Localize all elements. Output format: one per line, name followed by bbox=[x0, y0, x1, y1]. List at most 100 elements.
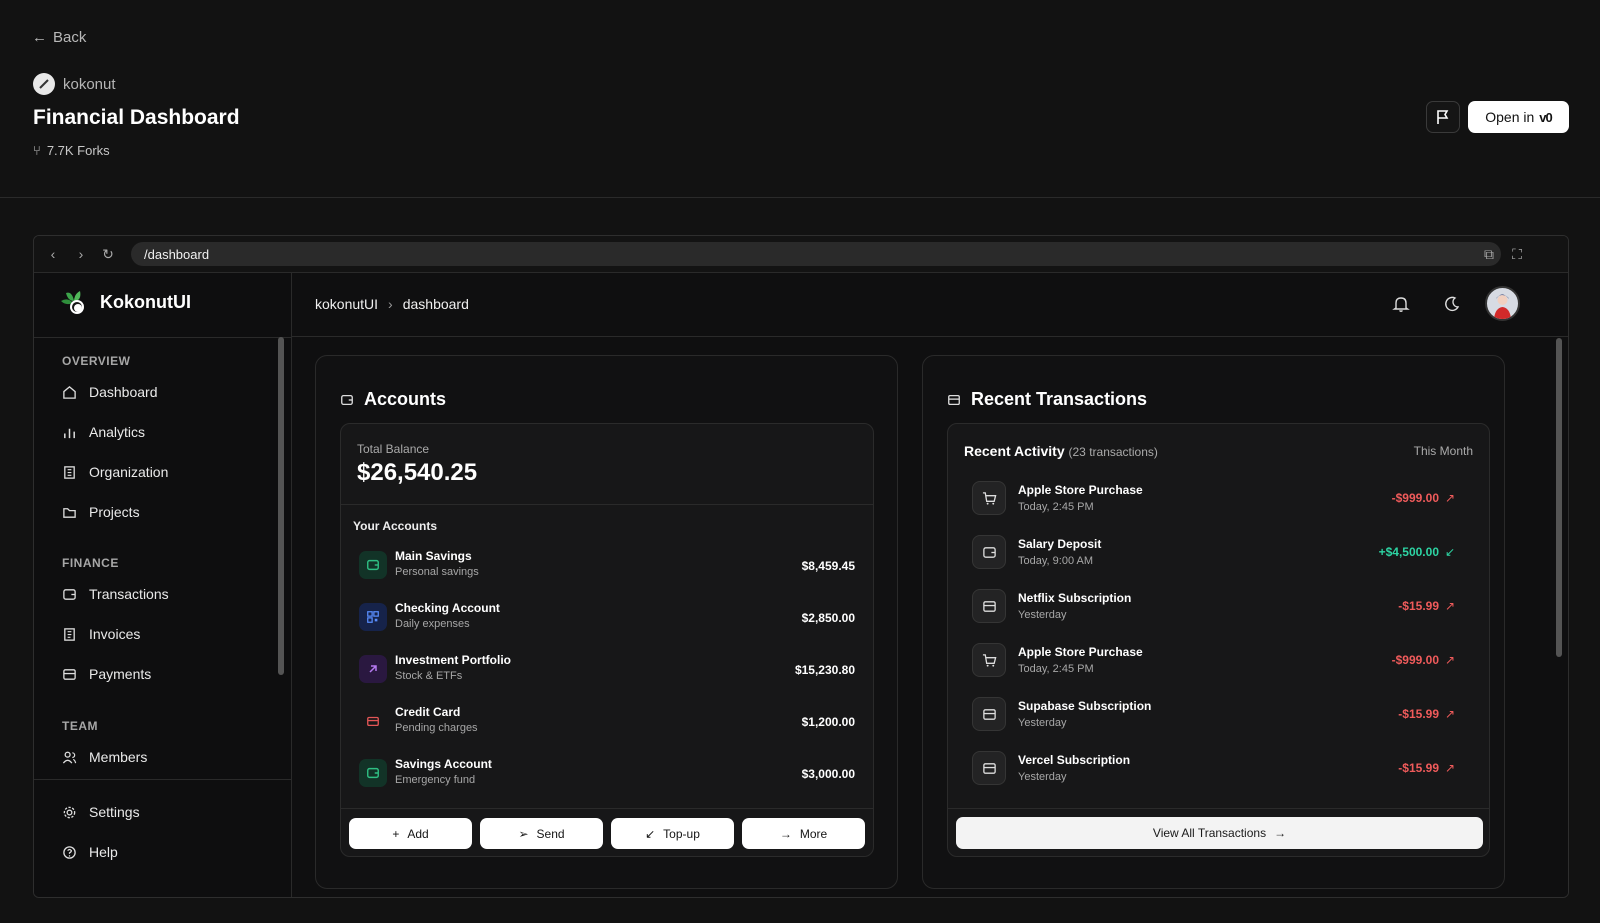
more-button[interactable]: → More bbox=[742, 818, 865, 849]
account-row[interactable]: Investment Portfolio Stock & ETFs $15,23… bbox=[359, 649, 855, 689]
account-row[interactable]: Checking Account Daily expenses $2,850.0… bbox=[359, 597, 855, 637]
sidebar-item-help[interactable]: Help bbox=[62, 844, 118, 860]
sidebar-item-projects[interactable]: Projects bbox=[62, 504, 140, 520]
cart-icon bbox=[972, 481, 1006, 515]
fork-icon: ⑂ bbox=[33, 143, 41, 158]
fullscreen-icon[interactable]: ⛶ bbox=[1508, 245, 1526, 263]
period-label[interactable]: This Month bbox=[1414, 444, 1473, 458]
sidebar-scrollbar[interactable] bbox=[278, 337, 284, 675]
app-header: kokonutUI › dashboard bbox=[292, 273, 1568, 337]
section-finance: FINANCE bbox=[62, 556, 119, 570]
add-button[interactable]: + Add bbox=[349, 818, 472, 849]
main-scrollbar[interactable] bbox=[1556, 338, 1562, 657]
bell-icon[interactable] bbox=[1390, 293, 1412, 315]
top-up-button[interactable]: ↙ Top-up bbox=[611, 818, 734, 849]
sidebar-item-transactions[interactable]: Transactions bbox=[62, 586, 169, 602]
credit-card-icon bbox=[63, 668, 76, 680]
accounts-panel: Total Balance $26,540.25 Your Accounts M… bbox=[340, 423, 874, 857]
forward-arrow-icon[interactable]: › bbox=[72, 245, 90, 263]
page-header: ← Back kokonut Financial Dashboard ⑂ 7.7… bbox=[0, 0, 1600, 198]
account-row[interactable]: Savings Account Emergency fund $3,000.00 bbox=[359, 753, 855, 793]
transaction-row[interactable]: Salary Deposit Today, 9:00 AM +$4,500.00… bbox=[972, 535, 1455, 571]
total-balance-label: Total Balance bbox=[357, 442, 430, 456]
account-row[interactable]: Main Savings Personal savings $8,459.45 bbox=[359, 545, 855, 585]
moon-icon[interactable] bbox=[1441, 293, 1463, 315]
sidebar: KokonutUI OVERVIEW Dashboard Analytics O… bbox=[34, 273, 292, 897]
arrow-up-right-icon: ↗ bbox=[1444, 491, 1455, 505]
arrow-right-icon: → bbox=[1274, 826, 1287, 840]
arrow-up-right-icon bbox=[359, 655, 387, 683]
wallet-icon bbox=[359, 759, 387, 787]
wallet-icon bbox=[341, 394, 353, 405]
brand[interactable]: KokonutUI bbox=[58, 287, 191, 317]
url-bar[interactable]: /dashboard bbox=[131, 242, 1501, 266]
back-arrow-icon[interactable]: ‹ bbox=[44, 245, 62, 263]
transaction-row[interactable]: Supabase Subscription Yesterday -$15.99 … bbox=[972, 697, 1455, 733]
arrow-left-icon: ← bbox=[32, 29, 47, 46]
recent-activity-label: Recent Activity (23 transactions) bbox=[964, 443, 1158, 459]
accounts-title: Accounts bbox=[340, 389, 446, 410]
org-info: kokonut bbox=[33, 73, 116, 95]
section-team: TEAM bbox=[62, 719, 98, 733]
wallet-icon bbox=[359, 551, 387, 579]
sidebar-item-organization[interactable]: Organization bbox=[62, 464, 168, 480]
sidebar-item-settings[interactable]: Settings bbox=[62, 804, 140, 820]
org-name: kokonut bbox=[63, 75, 116, 93]
chevron-right-icon: › bbox=[388, 296, 393, 312]
accounts-card: Accounts Total Balance $26,540.25 Your A… bbox=[315, 355, 898, 889]
open-in-v0-button[interactable]: Open in v0 bbox=[1468, 101, 1569, 133]
building-icon bbox=[64, 465, 75, 479]
transaction-count: (23 transactions) bbox=[1068, 445, 1158, 459]
qr-code-icon bbox=[359, 603, 387, 631]
copy-icon[interactable]: ⧉ bbox=[1480, 245, 1498, 263]
arrow-right-icon: → bbox=[779, 826, 792, 841]
plus-icon: + bbox=[392, 826, 400, 841]
divider bbox=[341, 504, 873, 505]
send-button[interactable]: ➢ Send bbox=[480, 818, 603, 849]
cart-icon bbox=[972, 643, 1006, 677]
sidebar-item-members[interactable]: Members bbox=[62, 749, 147, 765]
kokonut-logo-icon bbox=[61, 291, 84, 314]
transactions-card: Recent Transactions Recent Activity (23 … bbox=[922, 355, 1505, 889]
folder-icon bbox=[63, 507, 76, 518]
browser-toolbar: ‹ › ↻ /dashboard ⧉ ⛶ bbox=[34, 236, 1568, 273]
arrow-up-right-icon: ↗ bbox=[1444, 761, 1455, 775]
divider bbox=[341, 808, 873, 809]
avatar[interactable] bbox=[1485, 286, 1520, 321]
v0-logo: v0 bbox=[1539, 109, 1553, 125]
sidebar-item-dashboard[interactable]: Dashboard bbox=[62, 384, 158, 400]
page-title: Financial Dashboard bbox=[33, 106, 240, 129]
help-circle-icon bbox=[63, 845, 76, 859]
credit-card-icon bbox=[972, 751, 1006, 785]
arrow-up-right-icon: ↗ bbox=[1444, 599, 1455, 613]
org-logo bbox=[33, 73, 55, 95]
main-content: Accounts Total Balance $26,540.25 Your A… bbox=[292, 338, 1568, 897]
report-button[interactable] bbox=[1426, 101, 1460, 133]
arrow-up-right-icon: ↗ bbox=[1444, 653, 1455, 667]
account-row[interactable]: Credit Card Pending charges $1,200.00 bbox=[359, 701, 855, 741]
users-icon bbox=[62, 751, 77, 764]
breadcrumb-item[interactable]: kokonutUI bbox=[315, 296, 378, 312]
divider bbox=[34, 337, 291, 338]
receipt-icon bbox=[64, 627, 75, 641]
transactions-title: Recent Transactions bbox=[947, 389, 1147, 410]
account-actions: + Add ➢ Send ↙ Top-up → More bbox=[349, 818, 865, 849]
your-accounts-label: Your Accounts bbox=[353, 519, 438, 533]
gear-icon bbox=[63, 806, 76, 818]
back-link[interactable]: ← Back bbox=[32, 29, 86, 46]
flag-icon bbox=[1437, 110, 1449, 124]
refresh-icon[interactable]: ↻ bbox=[99, 245, 117, 263]
divider bbox=[948, 808, 1489, 809]
sidebar-item-analytics[interactable]: Analytics bbox=[62, 424, 145, 440]
view-all-transactions-button[interactable]: View All Transactions → bbox=[956, 817, 1483, 849]
sidebar-item-payments[interactable]: Payments bbox=[62, 666, 151, 682]
credit-card-icon bbox=[948, 394, 960, 405]
transaction-row[interactable]: Netflix Subscription Yesterday -$15.99 ↗ bbox=[972, 589, 1455, 625]
arrow-down-left-icon: ↙ bbox=[645, 826, 656, 841]
sidebar-item-invoices[interactable]: Invoices bbox=[62, 626, 140, 642]
transaction-row[interactable]: Vercel Subscription Yesterday -$15.99 ↗ bbox=[972, 751, 1455, 787]
breadcrumb-item[interactable]: dashboard bbox=[403, 296, 469, 312]
transaction-row[interactable]: Apple Store Purchase Today, 2:45 PM -$99… bbox=[972, 643, 1455, 679]
arrow-down-left-icon: ↙ bbox=[1444, 545, 1455, 559]
transaction-row[interactable]: Apple Store Purchase Today, 2:45 PM -$99… bbox=[972, 481, 1455, 517]
